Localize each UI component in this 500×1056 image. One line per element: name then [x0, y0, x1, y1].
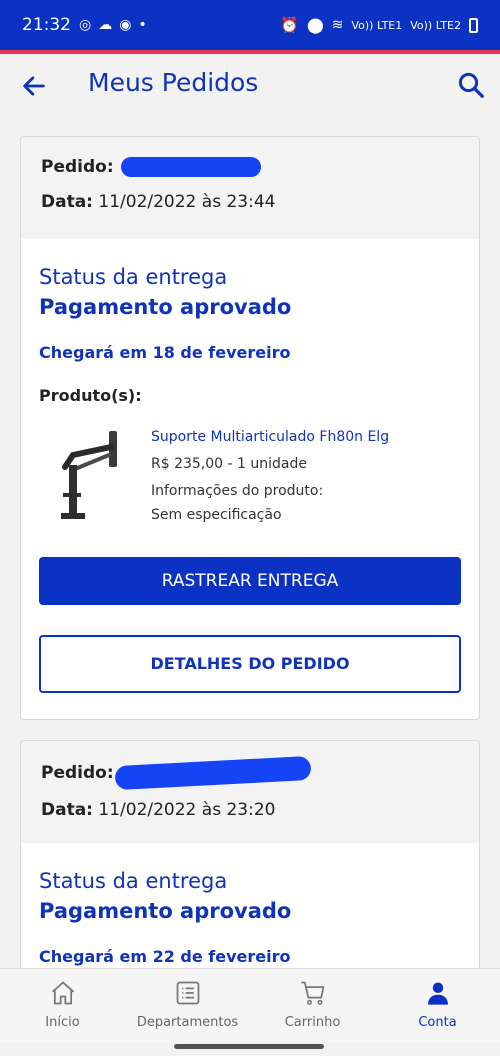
- order-card: Pedido: Data: 11/02/2022 às 23:44 Status…: [20, 136, 480, 720]
- product-name[interactable]: Suporte Multiarticulado Fh80n Elg: [151, 425, 389, 449]
- cloud-icon: ☁: [98, 17, 113, 33]
- product-item[interactable]: Suporte Multiarticulado Fh80n Elg R$ 235…: [39, 425, 461, 527]
- notification-icons: ◎ ☁ ◉ •: [79, 17, 147, 33]
- status-bar: 21:32 ◎ ☁ ◉ • ⏰ ⬤ ≋ Vo)) LTE1 Vo)) LTE2: [0, 0, 500, 50]
- whatsapp-icon: ◉: [119, 17, 132, 33]
- order-body: Status da entrega Pagamento aprovado Che…: [21, 843, 479, 966]
- nav-item-departamentos[interactable]: Departamentos: [125, 969, 250, 1042]
- product-image: [61, 431, 117, 519]
- app-bar: Meus Pedidos: [0, 54, 500, 118]
- date-label: Data:: [41, 800, 93, 820]
- order-header: Pedido: Data: 11/02/2022 às 23:44: [21, 137, 479, 239]
- order-details-button[interactable]: DETALHES DO PEDIDO: [39, 635, 461, 693]
- alarm-icon: ⏰: [280, 16, 299, 34]
- cart-icon: [300, 981, 324, 1005]
- location-icon: ⬤: [306, 16, 324, 34]
- home-indicator[interactable]: [174, 1044, 324, 1049]
- redacted-order-number: [114, 755, 312, 791]
- order-date: 11/02/2022 às 23:44: [98, 192, 276, 212]
- nav-label: Início: [45, 1015, 80, 1030]
- bottom-navigation: Início Departamentos Carrinho Conta: [0, 968, 500, 1042]
- arrival-estimate: Chegará em 18 de fevereiro: [39, 343, 291, 362]
- nav-item-inicio[interactable]: Início: [0, 969, 125, 1042]
- order-header: Pedido: Data: 11/02/2022 às 23:20: [21, 741, 479, 843]
- user-icon: [427, 982, 448, 1005]
- redacted-order-number: [121, 157, 262, 177]
- system-icons: ⏰ ⬤ ≋ Vo)) LTE1 Vo)) LTE2: [280, 16, 478, 34]
- network-1-label: Vo)) LTE1: [351, 18, 403, 32]
- nav-label: Conta: [418, 1015, 457, 1030]
- products-heading: Produto(s):: [39, 386, 142, 405]
- home-icon: [51, 981, 74, 1005]
- page-title: Meus Pedidos: [88, 68, 259, 97]
- order-label: Pedido:: [41, 763, 114, 783]
- dot-icon: •: [138, 17, 147, 33]
- date-label: Data:: [41, 192, 93, 212]
- clock: 21:32: [22, 15, 71, 35]
- product-info-value: Sem especificação: [151, 507, 282, 523]
- status-label: Status da entrega: [39, 869, 228, 893]
- status-value: Pagamento aprovado: [39, 295, 292, 319]
- product-info-label: Informações do produto:: [151, 483, 324, 499]
- arrival-estimate: Chegará em 22 de fevereiro: [39, 947, 291, 966]
- product-price: R$ 235,00 - 1 unidade: [151, 456, 307, 472]
- list-icon: [176, 981, 199, 1005]
- instagram-icon: ◎: [79, 17, 92, 33]
- network-2-label: Vo)) LTE2: [410, 18, 461, 32]
- order-body: Status da entrega Pagamento aprovado Che…: [21, 239, 479, 693]
- status-value: Pagamento aprovado: [39, 899, 292, 923]
- search-icon[interactable]: [456, 70, 486, 100]
- battery-icon: [469, 17, 478, 33]
- nav-item-conta[interactable]: Conta: [375, 969, 500, 1042]
- product-info: Suporte Multiarticulado Fh80n Elg R$ 235…: [151, 425, 389, 527]
- status-label: Status da entrega: [39, 265, 228, 289]
- order-label: Pedido:: [41, 157, 114, 177]
- nav-item-carrinho[interactable]: Carrinho: [250, 969, 375, 1042]
- nav-label: Carrinho: [284, 1015, 341, 1030]
- back-arrow-icon[interactable]: [20, 72, 48, 100]
- order-card: Pedido: Data: 11/02/2022 às 23:20 Status…: [20, 740, 480, 980]
- order-date: 11/02/2022 às 23:20: [98, 800, 276, 820]
- wifi-icon: ≋: [331, 17, 344, 33]
- track-delivery-button[interactable]: RASTREAR ENTREGA: [39, 557, 461, 605]
- nav-label: Departamentos: [136, 1015, 239, 1030]
